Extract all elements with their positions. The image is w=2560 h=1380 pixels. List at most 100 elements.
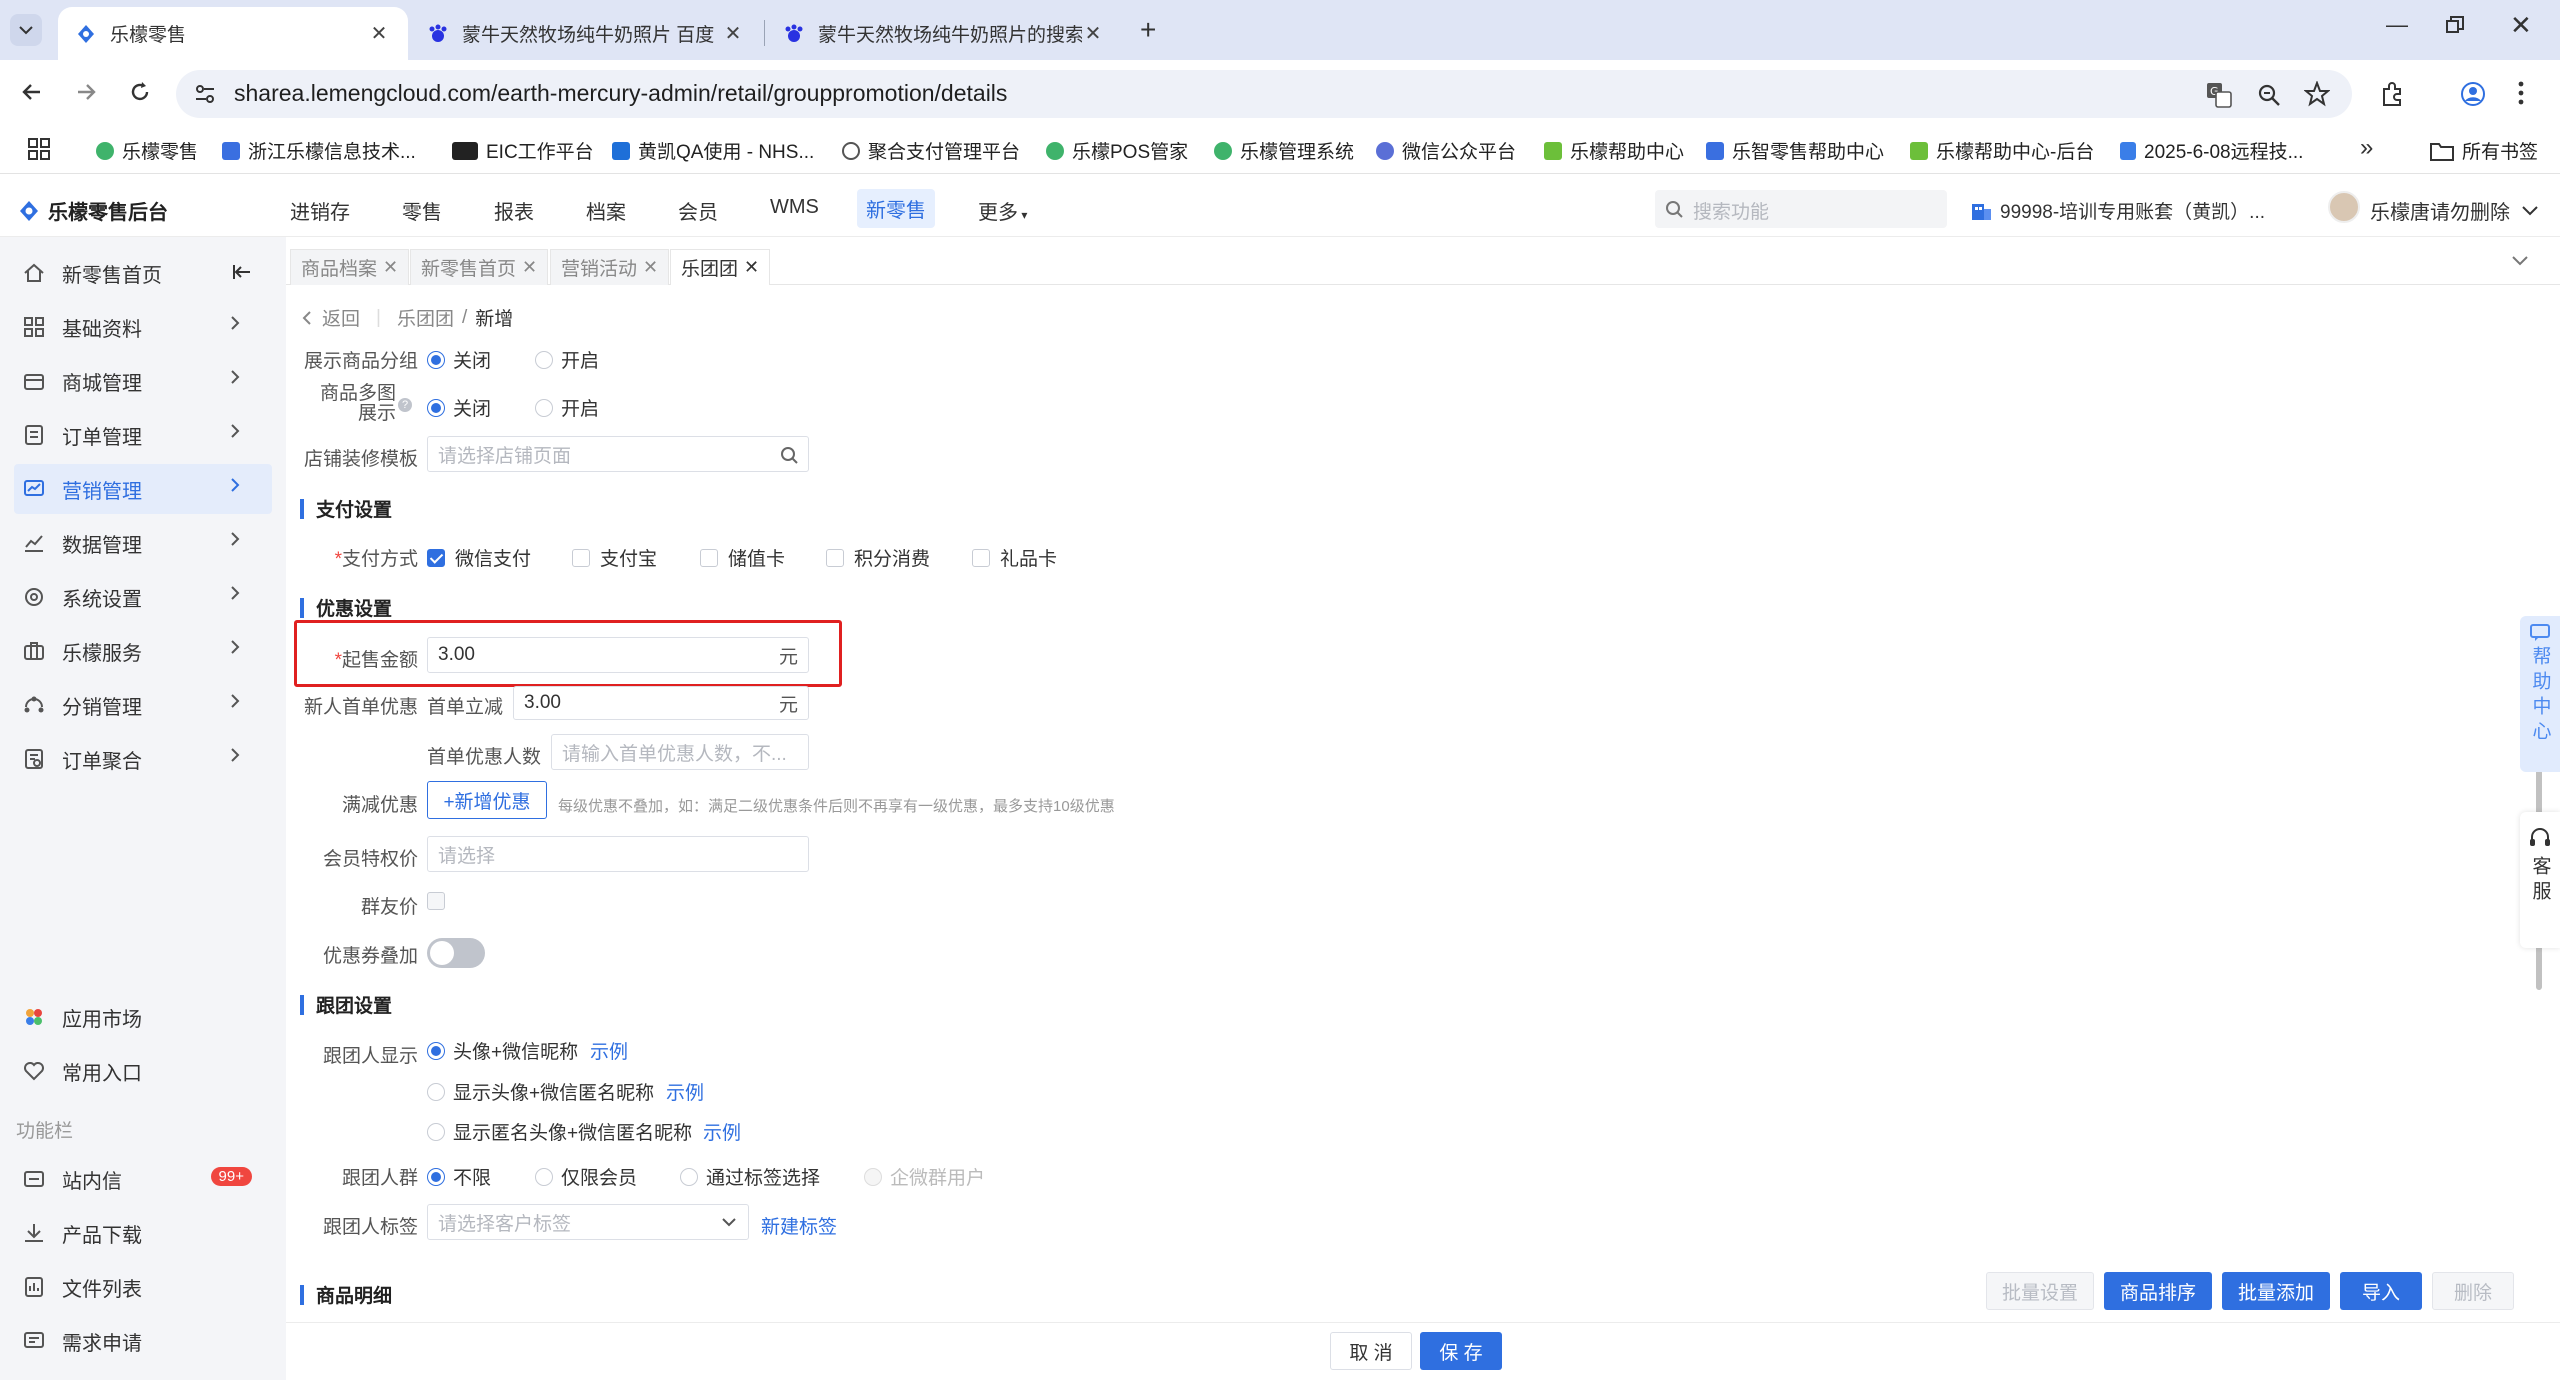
bookmark-item[interactable]: 乐檬零售 [96,137,198,164]
extensions-icon[interactable] [2380,81,2406,107]
help-icon[interactable]: ? [398,398,412,412]
browser-menu-icon[interactable] [2516,80,2526,106]
window-close-button[interactable]: ✕ [2510,10,2532,41]
example-link[interactable]: 示例 [666,1078,704,1105]
sidebar-item[interactable]: 系统设置 [14,572,272,622]
nav-item[interactable]: 报表 [494,196,534,225]
site-info-icon[interactable] [194,83,216,105]
follower-display-radio-3[interactable]: 显示匿名头像+微信匿名昵称 [427,1118,692,1145]
follower-tag-select[interactable]: 请选择客户标签 [427,1204,749,1240]
browser-tab[interactable]: 乐檬零售 ✕ [58,7,408,60]
nav-item[interactable]: 零售 [402,196,442,225]
sidebar-item[interactable]: 文件列表 [14,1262,272,1312]
sidebar-item[interactable]: 需求申请 [14,1316,272,1366]
first-count-input[interactable]: 请输入首单优惠人数，不... [551,734,809,770]
customer-service-float[interactable]: 客服 [2520,812,2560,948]
zoom-icon[interactable] [2256,82,2282,108]
bookmark-item[interactable]: 乐檬管理系统 [1214,137,1354,164]
save-button[interactable]: 保 存 [1420,1332,1502,1370]
bookmark-item[interactable]: 乐檬POS管家 [1046,137,1188,164]
multi-image-off-radio[interactable]: 关闭 [427,394,491,421]
bookmark-item[interactable]: 浙江乐檬信息技术... [222,137,416,164]
page-tab[interactable]: 营销活动 ✕ [550,249,670,285]
sidebar-item[interactable]: 站内信 99+ [14,1154,272,1204]
nav-item[interactable]: 档案 [586,196,626,225]
member-price-select[interactable]: 请选择 [427,836,809,872]
translate-icon[interactable]: G [2206,82,2232,108]
first-cut-input[interactable]: 3.00 元 [513,686,809,720]
back-link[interactable]: 返回 [322,304,360,331]
app-logo[interactable]: 乐檬零售后台 [18,196,168,225]
user-menu[interactable]: 乐檬唐请勿删除 [2370,196,2538,225]
cancel-button[interactable]: 取 消 [1330,1332,1412,1370]
sidebar-item[interactable]: 数据管理 [14,518,272,568]
alipay-checkbox[interactable]: 支付宝 [572,544,657,571]
apps-grid-icon[interactable] [28,138,50,160]
bookmark-star-icon[interactable] [2304,81,2330,107]
close-icon[interactable]: ✕ [722,21,744,46]
wechat-pay-checkbox[interactable]: 微信支付 [427,544,531,571]
bookmark-item[interactable]: 聚合支付管理平台 [842,137,1020,164]
browser-tab[interactable]: 蒙牛天然牧场纯牛奶照片 百度 ✕ [410,7,762,60]
template-select[interactable]: 请选择店铺页面 [427,436,809,472]
show-group-off-radio[interactable]: 关闭 [427,346,491,373]
bookmark-item[interactable]: 微信公众平台 [1376,137,1516,164]
sidebar-item[interactable]: 常用入口 [14,1046,272,1096]
close-icon[interactable]: ✕ [1082,21,1104,46]
profile-icon[interactable] [2460,81,2486,107]
batch-set-button[interactable]: 批量设置 [1986,1272,2094,1310]
show-group-on-radio[interactable]: 开启 [535,346,599,373]
close-icon[interactable]: ✕ [383,257,398,278]
gift-card-checkbox[interactable]: 礼品卡 [972,544,1057,571]
follower-display-radio-1[interactable]: 头像+微信昵称 [427,1037,578,1064]
coupon-stack-toggle[interactable] [427,938,485,968]
close-icon[interactable]: ✕ [368,21,390,46]
close-icon[interactable]: ✕ [522,257,537,278]
nav-item[interactable]: WMS [770,196,819,219]
account-switcher[interactable]: 99998-培训专用账套（黄凯）... [1970,197,2265,224]
group-tag-radio[interactable]: 通过标签选择 [680,1163,820,1190]
forward-button[interactable] [74,80,98,104]
new-tab-button[interactable]: + [1140,14,1156,46]
sidebar-item[interactable]: 订单聚合 [14,734,272,784]
minimize-button[interactable]: — [2386,12,2408,38]
breadcrumb-parent[interactable]: 乐团团 [397,304,454,331]
example-link[interactable]: 示例 [703,1118,741,1145]
sidebar-item[interactable]: 乐檬服务 [14,626,272,676]
sidebar-item[interactable]: 应用市场 [14,992,272,1042]
nav-item[interactable]: 进销存 [290,196,350,225]
tab-search-button[interactable] [10,14,42,46]
batch-add-button[interactable]: 批量添加 [2222,1272,2330,1310]
new-tag-link[interactable]: 新建标签 [761,1212,837,1239]
sidebar-item[interactable]: 营销管理 [14,464,272,514]
multi-image-on-radio[interactable]: 开启 [535,394,599,421]
bookmark-item[interactable]: 2025-6-08远程技... [2120,137,2303,164]
points-checkbox[interactable]: 积分消费 [826,544,930,571]
function-search-input[interactable]: 搜索功能 [1655,190,1947,228]
friend-price-checkbox[interactable] [427,892,455,910]
nav-item-more[interactable]: 更多 ▾ [978,196,1027,225]
close-icon[interactable]: ✕ [643,257,658,278]
all-bookmarks[interactable]: 所有书签 [2430,137,2538,164]
browser-tab[interactable]: 蒙牛天然牧场纯牛奶照片的搜索 ✕ [766,7,1122,60]
example-link[interactable]: 示例 [590,1037,628,1064]
bookmark-item[interactable]: 乐檬帮助中心-后台 [1910,137,2094,164]
bookmark-item[interactable]: 黄凯QA使用 - NHS... [612,137,814,164]
sidebar-item[interactable]: 分销管理 [14,680,272,730]
sidebar-item[interactable]: 订单管理 [14,410,272,460]
collapse-sidebar-icon[interactable] [232,262,252,282]
sidebar-item[interactable]: 商城管理 [14,356,272,406]
reload-button[interactable] [128,80,152,104]
import-button[interactable]: 导入 [2340,1272,2422,1310]
bookmark-item[interactable]: EIC工作平台 [452,137,594,164]
stored-card-checkbox[interactable]: 储值卡 [700,544,785,571]
sidebar-item[interactable]: 基础资料 [14,302,272,352]
bookmark-item[interactable]: 乐智零售帮助中心 [1706,137,1884,164]
follower-display-radio-2[interactable]: 显示头像+微信匿名昵称 [427,1078,654,1105]
help-center-float[interactable]: 帮助中心 [2520,616,2560,772]
restore-button[interactable] [2446,16,2464,34]
sidebar-item[interactable]: 产品下载 [14,1208,272,1258]
delete-button[interactable]: 删除 [2432,1272,2514,1310]
page-tab-active[interactable]: 乐团团 ✕ [670,249,771,285]
page-tab[interactable]: 新零售首页 ✕ [410,249,549,285]
